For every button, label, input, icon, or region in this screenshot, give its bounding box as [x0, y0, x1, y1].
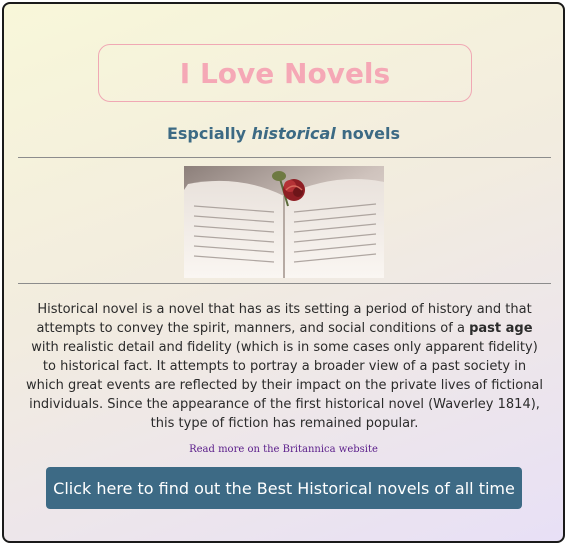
subtitle-suffix: novels [335, 124, 401, 143]
best-novels-button[interactable]: Click here to find out the Best Historic… [46, 467, 522, 509]
divider-bottom [18, 283, 551, 284]
title-box: I Love Novels [98, 44, 472, 102]
page-subtitle: Espcially historical novels [4, 124, 563, 143]
open-book-with-rose-illustration [184, 166, 384, 278]
subtitle-prefix: Espcially [166, 124, 252, 143]
subtitle-emphasis: historical [251, 124, 336, 143]
page-title: I Love Novels [179, 56, 391, 90]
britannica-link[interactable]: Read more on the Britannica website [4, 444, 563, 455]
description-part1: Historical novel is a novel that has as … [36, 302, 532, 336]
divider-top [18, 157, 551, 158]
description-part2: with realistic detail and fidelity (whic… [25, 340, 544, 431]
open-book-image [184, 166, 384, 278]
page-card: I Love Novels Espcially historical novel… [2, 2, 565, 543]
description-paragraph: Historical novel is a novel that has as … [24, 300, 545, 433]
description-bold: past age [469, 321, 533, 336]
